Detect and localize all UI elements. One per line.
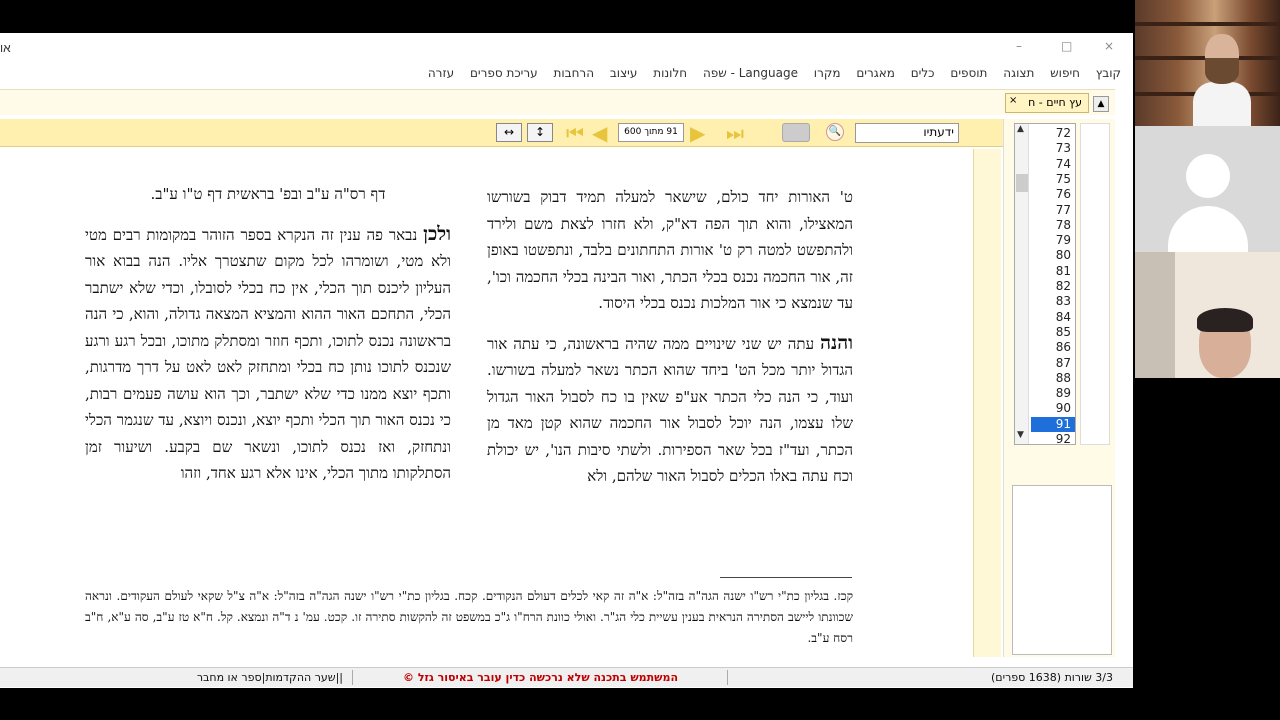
menu-file[interactable]: קובץ (1096, 61, 1121, 85)
page-list-item[interactable]: 86 (1031, 340, 1075, 355)
search-icon[interactable]: 🔍 (826, 123, 844, 141)
paragraph: והנה עתה יש שני שינויים ממה שהיה בראשונה… (487, 331, 853, 486)
right-panel: ▲ ▼ 72 73 74 75 76 77 78 79 80 81 82 83 84 85 86 87 88 89… (1003, 119, 1115, 657)
menu-macro[interactable]: מקרו (814, 61, 841, 85)
scroll-thumb[interactable] (1016, 174, 1028, 192)
source-reference: דף רס"ה ע"ב ובפ' בראשית דף ט"ו ע"ב. (150, 185, 386, 203)
fit-width-button[interactable]: ↔ (496, 123, 522, 142)
tab-etz-chaim[interactable]: עץ חיים - ח × (1005, 93, 1089, 113)
reader-toolbar: ↔ ↕ ⏮ ◀ 91 מתוך 600 ▶ ⏭ 🔍 ידעתיו (0, 119, 1003, 147)
page-list-item[interactable]: 88 (1031, 371, 1075, 386)
title-bar: או – □ × (0, 33, 1133, 61)
page-list-item[interactable]: 90 (1031, 401, 1075, 416)
page-list-item[interactable]: 76 (1031, 187, 1075, 202)
scroll-up-icon[interactable]: ▲ (1017, 124, 1024, 134)
menu-design[interactable]: עיצוב (610, 61, 638, 85)
tab-menu-icon[interactable]: ▲ (1093, 96, 1109, 112)
menu-windows[interactable]: חלונות (653, 61, 687, 85)
title-text: או (0, 41, 11, 55)
lead-word: ולכן (423, 222, 451, 245)
search-input[interactable]: ידעתיו (855, 123, 959, 143)
page-list-item[interactable]: 83 (1031, 294, 1075, 309)
page-list-scrollbar[interactable]: ▲ ▼ (1015, 124, 1029, 444)
page-list-item[interactable]: 79 (1031, 233, 1075, 248)
page-list-item[interactable]: 84 (1031, 310, 1075, 325)
page-list-item[interactable]: 74 (1031, 157, 1075, 172)
status-bar: 3/3 שורות (1638 ספרים) המשתמש בתכנה שלא … (0, 667, 1133, 687)
footnotes: קכז. בגליון כת"י רש"ו ישנה הגה"ה בזה"ל: … (85, 589, 853, 645)
minimize-button[interactable]: – (1016, 39, 1022, 53)
video-participant-2 (1135, 126, 1280, 252)
last-page-icon[interactable]: ⏭ (726, 123, 744, 143)
page-list-side (1080, 123, 1110, 445)
status-path: ||שער ההקדמות|ספר או מחבר (196, 671, 343, 684)
page-list-item[interactable]: 85 (1031, 325, 1075, 340)
scroll-down-icon[interactable]: ▼ (1017, 430, 1024, 440)
status-lines: 3/3 שורות (1638 ספרים) (991, 671, 1113, 684)
page-list-item[interactable]: 80 (1031, 248, 1075, 263)
fit-height-button[interactable]: ↕ (527, 123, 553, 142)
tab-label: עץ חיים - ח (1028, 96, 1082, 109)
lead-word: והנה (820, 331, 853, 354)
menu-extensions[interactable]: הרחבות (553, 61, 594, 85)
menu-language[interactable]: Language - שפה (703, 61, 798, 85)
next-page-icon[interactable]: ▶ (690, 123, 705, 143)
page-list-item[interactable]: 89 (1031, 386, 1075, 401)
close-button[interactable]: × (1104, 39, 1114, 53)
page-list-item[interactable]: 92 (1031, 432, 1075, 447)
page-list-item[interactable]: 78 (1031, 218, 1075, 233)
first-page-icon[interactable]: ⏮ (566, 123, 584, 143)
right-column: ט' האורות יחד כולם, שישאר למעלה תמיד דבו… (487, 184, 853, 490)
page-indicator[interactable]: 91 מתוך 600 (618, 123, 684, 142)
menu-help[interactable]: עזרה (428, 61, 454, 85)
footnote-divider (720, 577, 852, 578)
left-column: דף רס"ה ע"ב ובפ' בראשית דף ט"ו ע"ב. ולכן… (85, 181, 451, 487)
paragraph: ולכן נבאר פה ענין זה הנקרא בספר הזוהר במ… (85, 222, 451, 483)
page-list-item[interactable]: 81 (1031, 264, 1075, 279)
application-window: או – □ × קובץ חיפוש תצוגה תוספים כלים מא… (0, 33, 1133, 688)
status-warning: המשתמש בתכנה שלא נרכשה כדין עובר באיסור … (403, 671, 678, 684)
page-list-item[interactable]: 87 (1031, 356, 1075, 371)
book-page: ט' האורות יחד כולם, שישאר למעלה תמיד דבו… (0, 149, 972, 657)
lower-panel (1012, 485, 1112, 655)
menu-bar: קובץ חיפוש תצוגה תוספים כלים מאגרים מקרו… (0, 61, 1133, 85)
video-participant-3 (1135, 252, 1280, 378)
page-list[interactable]: ▲ ▼ 72 73 74 75 76 77 78 79 80 81 82 83 84 85 86 87 88 89… (1014, 123, 1076, 447)
video-participant-1 (1135, 0, 1280, 126)
page-list-item[interactable]: 91 (1031, 416, 1075, 432)
reader-scrollbar[interactable] (973, 149, 1001, 657)
print-icon[interactable] (782, 123, 810, 142)
menu-tools[interactable]: כלים (911, 61, 935, 85)
page-list-item[interactable]: 75 (1031, 172, 1075, 187)
menu-search[interactable]: חיפוש (1050, 61, 1080, 85)
page-list-item[interactable]: 82 (1031, 279, 1075, 294)
tab-strip: עץ חיים - ח × ▲ (0, 89, 1115, 115)
page-list-item[interactable]: 77 (1031, 203, 1075, 218)
prev-page-icon[interactable]: ◀ (592, 123, 607, 143)
avatar (1186, 154, 1230, 198)
menu-view[interactable]: תצוגה (1003, 61, 1034, 85)
page-list-item[interactable]: 73 (1031, 141, 1075, 156)
maximize-button[interactable]: □ (1061, 39, 1072, 53)
tab-close-icon[interactable]: × (1009, 92, 1017, 110)
menu-databases[interactable]: מאגרים (856, 61, 895, 85)
menu-addons[interactable]: תוספים (950, 61, 987, 85)
menu-edit-books[interactable]: עריכת ספרים (470, 61, 538, 85)
paragraph: ט' האורות יחד כולם, שישאר למעלה תמיד דבו… (487, 188, 853, 312)
page-list-item[interactable]: 72 (1031, 126, 1075, 141)
